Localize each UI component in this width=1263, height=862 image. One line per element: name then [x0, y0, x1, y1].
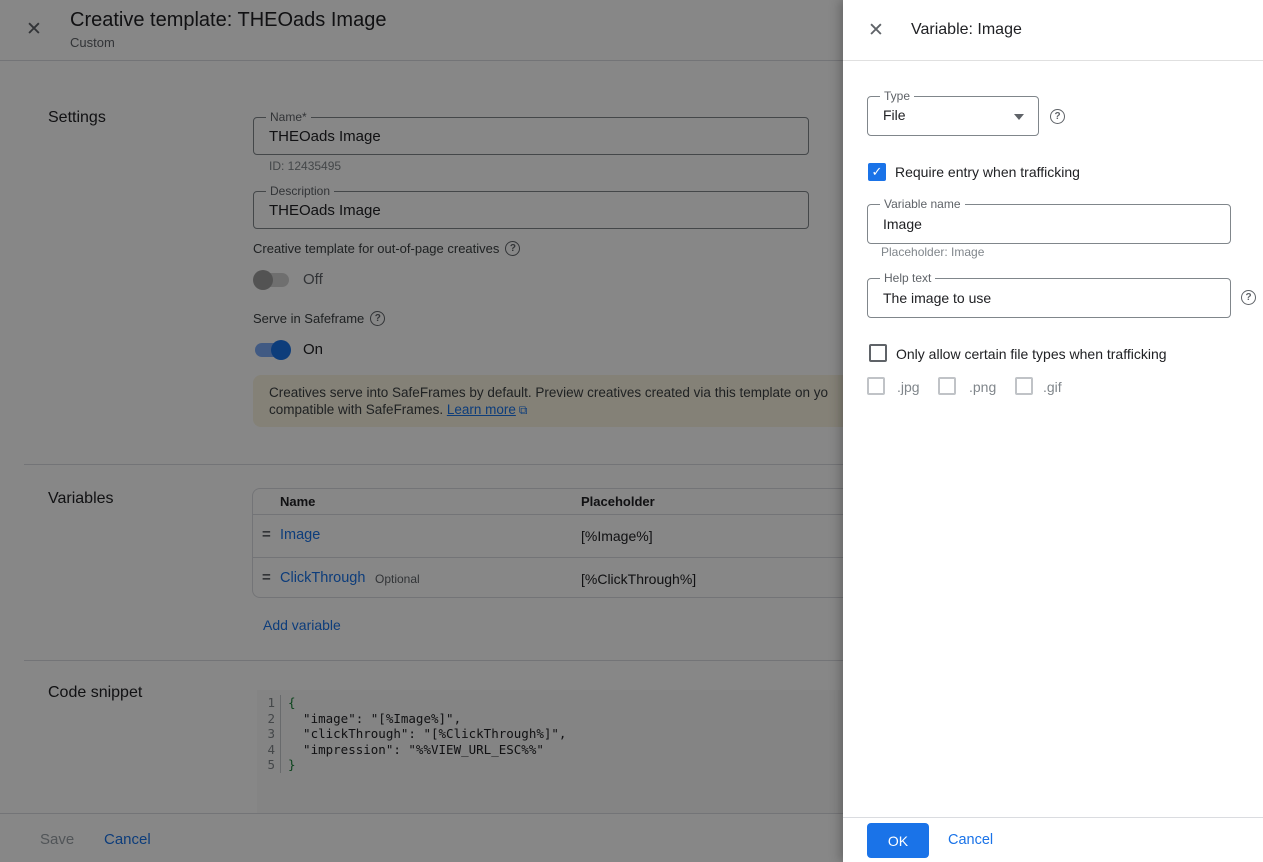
variable-name-field[interactable]: Variable name [867, 204, 1231, 244]
panel-footer: OK Cancel [843, 817, 1263, 862]
jpg-label: .jpg [897, 379, 920, 395]
help-text-input[interactable] [868, 279, 1230, 317]
help-text-help-icon[interactable]: ? [1241, 290, 1256, 305]
help-text-field[interactable]: Help text [867, 278, 1231, 318]
type-select-value: File [883, 107, 906, 123]
panel-header: ✕ Variable: Image [843, 0, 1263, 61]
panel-close-icon[interactable]: ✕ [868, 21, 884, 41]
panel-cancel-button[interactable]: Cancel [948, 832, 993, 848]
ok-button[interactable]: OK [867, 823, 929, 858]
variable-name-input[interactable] [868, 205, 1230, 243]
type-select[interactable]: Type File [867, 96, 1039, 136]
only-allow-file-types-checkbox[interactable] [869, 344, 887, 362]
placeholder-helper-text: Placeholder: Image [881, 245, 984, 259]
jpg-checkbox[interactable] [867, 377, 885, 395]
png-label: .png [969, 379, 996, 395]
gif-label: .gif [1043, 379, 1062, 395]
only-allow-file-types-label: Only allow certain file types when traff… [896, 346, 1167, 362]
gif-checkbox[interactable] [1015, 377, 1033, 395]
chevron-down-icon [1014, 114, 1024, 120]
require-entry-label: Require entry when trafficking [895, 164, 1080, 180]
png-checkbox[interactable] [938, 377, 956, 395]
variable-edit-panel: ✕ Variable: Image Type File ? ✓ Require … [843, 0, 1263, 862]
type-select-label: Type [880, 89, 914, 103]
panel-title: Variable: Image [911, 21, 1022, 39]
type-help-icon[interactable]: ? [1050, 109, 1065, 124]
require-entry-checkbox[interactable]: ✓ [868, 163, 886, 181]
screen: ✕ Creative template: THEOads Image Custo… [0, 0, 1263, 862]
